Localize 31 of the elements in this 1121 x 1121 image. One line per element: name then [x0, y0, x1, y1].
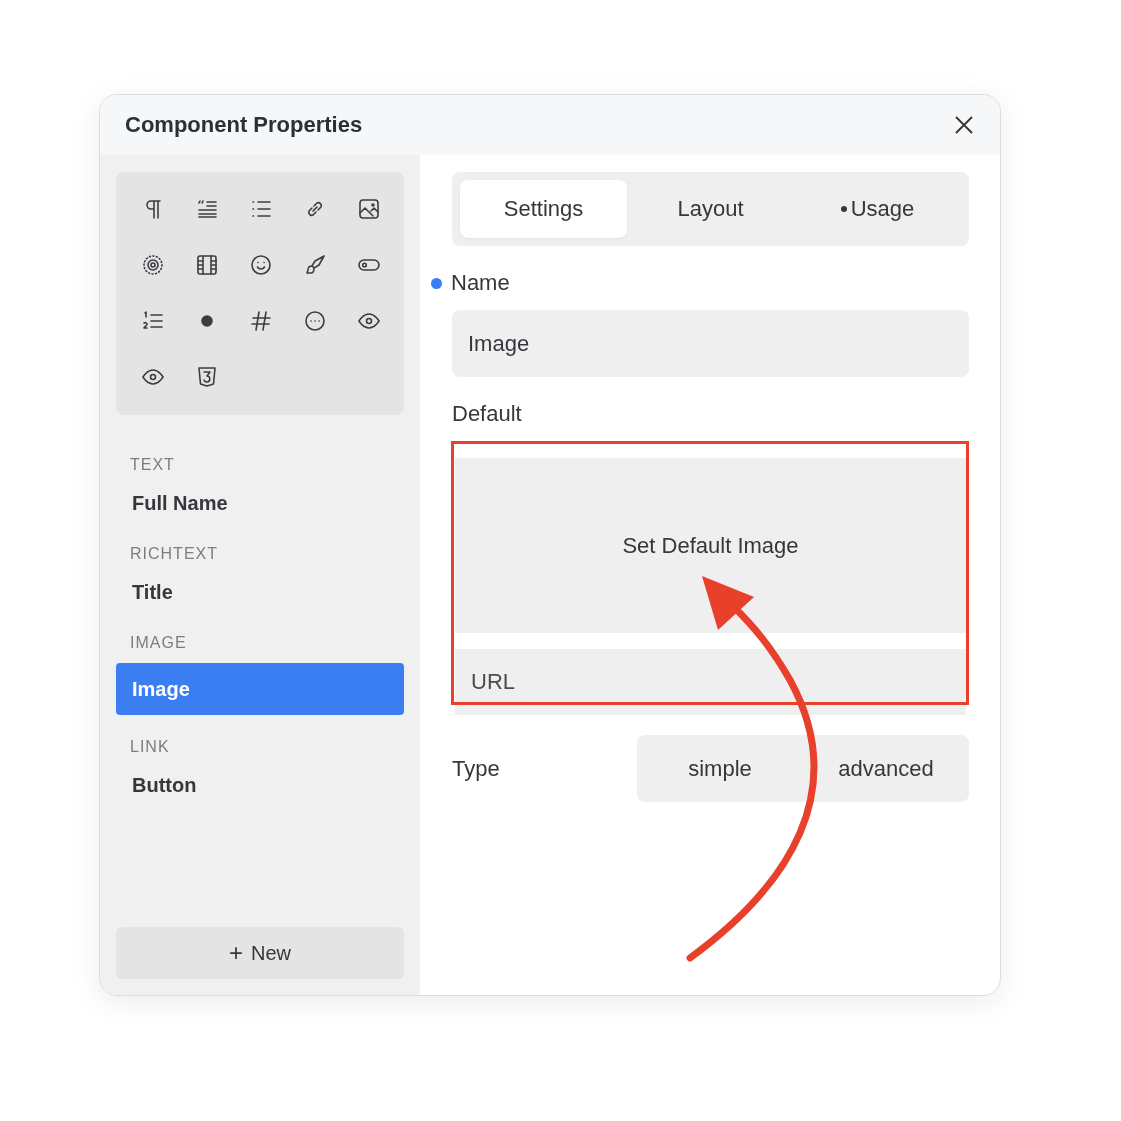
- close-icon[interactable]: [954, 115, 974, 135]
- tab[interactable]: Layout: [627, 180, 794, 238]
- window-title: Component Properties: [125, 112, 363, 138]
- field-label: Default: [452, 400, 523, 428]
- sidebar-item[interactable]: Full Name: [116, 477, 404, 529]
- css-shield-icon[interactable]: [195, 365, 219, 389]
- group-heading: IMAGE: [129, 633, 188, 653]
- image-icon[interactable]: [357, 197, 381, 221]
- tab[interactable]: Settings: [460, 180, 627, 238]
- tab[interactable]: Usage: [794, 180, 961, 238]
- set-default-image-button[interactable]: Set Default Image: [455, 458, 966, 633]
- url-field[interactable]: URL: [455, 649, 966, 715]
- smiley-icon[interactable]: [249, 253, 273, 277]
- sidebar-item[interactable]: Button: [116, 759, 404, 811]
- sidebar-item[interactable]: Image: [116, 663, 404, 715]
- field-label: Type: [452, 755, 501, 782]
- type-option[interactable]: advanced: [803, 735, 969, 802]
- group-heading: RICHTEXT: [129, 544, 219, 564]
- ellipsis-circle-icon[interactable]: [303, 309, 327, 333]
- film-icon[interactable]: [195, 253, 219, 277]
- name-field[interactable]: Image: [452, 310, 969, 377]
- quote-list-icon[interactable]: [195, 197, 219, 221]
- new-button[interactable]: + New: [116, 927, 404, 979]
- group-heading: TEXT: [129, 455, 176, 475]
- hash-icon[interactable]: [249, 309, 273, 333]
- field-label: Name: [451, 269, 510, 297]
- group-heading: LINK: [129, 737, 171, 757]
- type-option[interactable]: simple: [637, 735, 803, 802]
- brush-icon[interactable]: [303, 253, 327, 277]
- target-icon[interactable]: [141, 253, 165, 277]
- sidebar-item[interactable]: Title: [116, 566, 404, 618]
